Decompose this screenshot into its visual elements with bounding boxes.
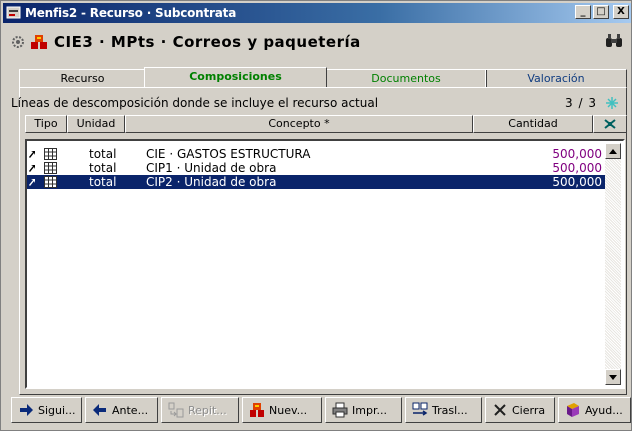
previous-button-label: Ante...	[112, 403, 149, 417]
scroll-up-button[interactable]	[605, 143, 621, 159]
table-icon	[44, 148, 57, 160]
row-arrow-icon	[29, 151, 35, 158]
transfer-button[interactable]: Trasl...	[405, 397, 482, 423]
vertical-scrollbar[interactable]	[605, 143, 621, 385]
next-button-label: Sigui...	[38, 403, 76, 417]
row-concept: CIP2 · Unidad de obra	[146, 175, 277, 189]
column-header-cantidad[interactable]: Cantidad	[473, 115, 593, 133]
app-icon	[6, 6, 21, 19]
row-quantity: 500,000	[552, 147, 602, 161]
new-button[interactable]: Nuev...	[242, 397, 322, 423]
column-header-concepto[interactable]: Concepto *	[125, 115, 473, 133]
arrow-up-icon	[609, 148, 617, 154]
row-concept: CIP1 · Unidad de obra	[146, 161, 277, 175]
help-button[interactable]: Ayud...	[558, 397, 631, 423]
maximize-button[interactable]: □	[593, 5, 609, 19]
column-header-tipo[interactable]: Tipo	[25, 115, 67, 133]
title-bar[interactable]: Menfis2 - Recurso · Subcontrata _ □ X	[3, 3, 631, 23]
record-header: CIE3 · MPts · Correos y paquetería	[9, 31, 625, 53]
row-unit: total	[89, 147, 117, 161]
table-icon	[44, 162, 57, 174]
help-button-label: Ayud...	[585, 403, 623, 417]
next-button[interactable]: Sigui...	[11, 397, 82, 423]
description-text: Líneas de descomposición donde se incluy…	[11, 96, 379, 110]
previous-button[interactable]: Ante...	[85, 397, 158, 423]
new-button-label: Nuev...	[269, 403, 308, 417]
binoculars-icon[interactable]	[605, 33, 623, 49]
table-icon	[44, 176, 57, 188]
repeat-icon	[168, 402, 184, 418]
tab-valoracion[interactable]: Valoración	[485, 69, 627, 87]
window-title: Menfis2 - Recurso · Subcontrata	[25, 6, 237, 20]
people-icon	[31, 35, 47, 49]
tab-composiciones[interactable]: Composiciones	[144, 67, 327, 87]
transfer-button-label: Trasl...	[432, 403, 468, 417]
main-window: Menfis2 - Recurso · Subcontrata _ □ X CI…	[0, 0, 632, 431]
close-icon	[494, 404, 506, 416]
row-unit: total	[89, 161, 117, 175]
bottom-toolbar: Sigui... Ante... Repit... Nuev... Impr..…	[11, 397, 631, 425]
minimize-button[interactable]: _	[575, 5, 591, 19]
close-window-button-label: Cierra	[512, 403, 546, 417]
row-quantity: 500,000	[552, 175, 602, 189]
composition-grid[interactable]: total CIE · GASTOS ESTRUCTURA 500,000 to…	[25, 139, 625, 389]
row-unit: total	[89, 175, 117, 189]
print-button[interactable]: Impr...	[325, 397, 402, 423]
column-header-unidad[interactable]: Unidad	[67, 115, 125, 133]
row-concept: CIE · GASTOS ESTRUCTURA	[146, 147, 311, 161]
arrow-right-icon	[20, 404, 33, 416]
column-settings-button[interactable]	[593, 115, 627, 133]
refresh-icon[interactable]	[604, 95, 620, 111]
arrow-left-icon	[93, 404, 106, 416]
tab-recurso[interactable]: Recurso	[19, 69, 146, 87]
transfer-icon	[412, 402, 428, 416]
tab-bar: Recurso Composiciones Documentos Valorac…	[19, 67, 627, 87]
tab-documentos[interactable]: Documentos	[325, 69, 487, 87]
row-arrow-icon	[29, 179, 35, 186]
scroll-down-button[interactable]	[605, 369, 621, 385]
record-counter: 3 / 3	[565, 96, 597, 110]
record-title: CIE3 · MPts · Correos y paquetería	[54, 33, 361, 51]
help-book-icon	[567, 403, 579, 417]
row-quantity: 500,000	[552, 161, 602, 175]
grid-header: Tipo Unidad Concepto * Cantidad	[25, 115, 627, 133]
description-line: Líneas de descomposición donde se incluy…	[7, 96, 597, 112]
repeat-button-label: Repit...	[188, 403, 227, 417]
arrow-down-icon	[609, 374, 617, 380]
repeat-button[interactable]: Repit...	[161, 397, 239, 423]
people-icon	[250, 403, 264, 417]
gear-link-icon[interactable]	[9, 33, 27, 51]
table-row[interactable]: total CIE · GASTOS ESTRUCTURA 500,000	[27, 147, 606, 161]
row-arrow-icon	[29, 165, 35, 172]
close-button[interactable]: X	[613, 5, 629, 19]
print-button-label: Impr...	[352, 403, 387, 417]
table-row[interactable]: total CIP1 · Unidad de obra 500,000	[27, 161, 606, 175]
column-settings-icon	[604, 119, 616, 129]
close-window-button[interactable]: Cierra	[485, 397, 555, 423]
table-row-selected[interactable]: total CIP2 · Unidad de obra 500,000	[27, 175, 606, 189]
printer-icon	[332, 402, 348, 418]
